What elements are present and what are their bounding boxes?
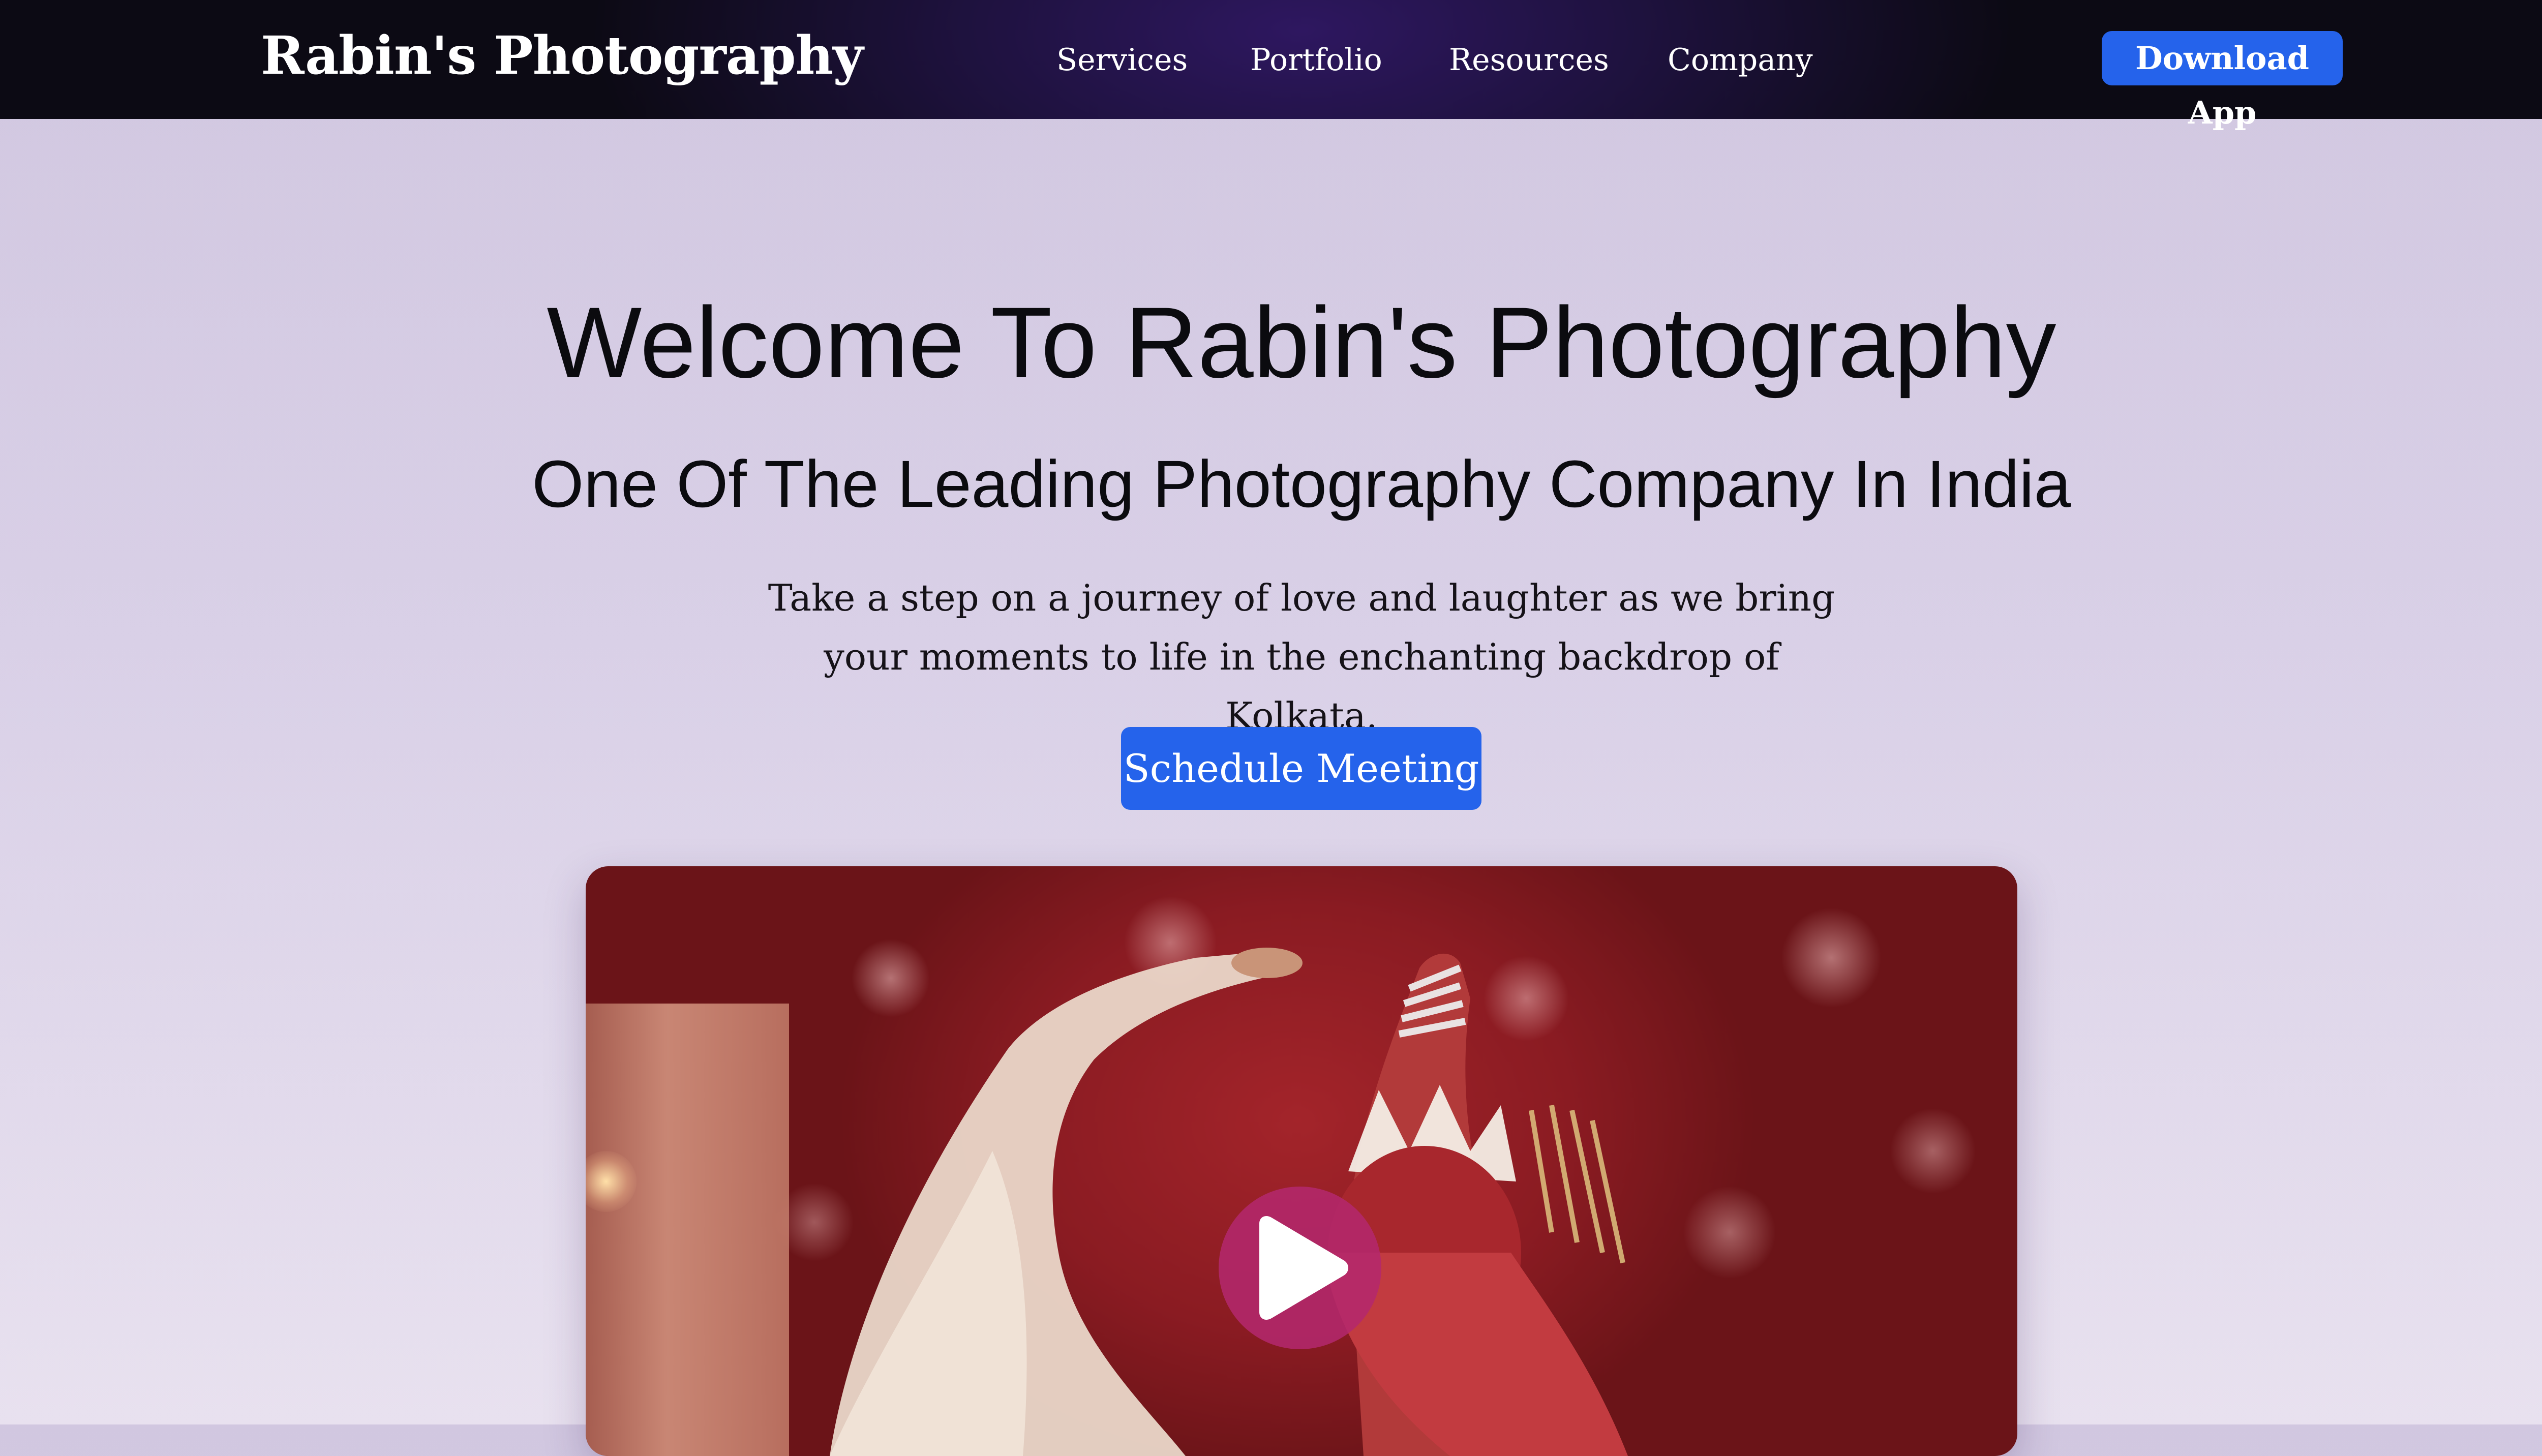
top-navbar: Rabin's Photography Services Portfolio R… [0, 0, 2542, 131]
download-app-button[interactable]: Download App [2102, 31, 2343, 131]
nav-link-services[interactable]: Services [1056, 45, 1188, 75]
wedding-couple-illustration [830, 948, 1628, 1456]
hero-description: Take a step on a journey of love and lau… [768, 577, 1835, 737]
video-thumbnail[interactable] [586, 866, 2017, 1456]
nav-link-company[interactable]: Company [1668, 45, 1813, 75]
play-icon [1259, 1216, 1348, 1320]
nav-link-portfolio[interactable]: Portfolio [1250, 45, 1382, 75]
schedule-meeting-button[interactable]: Schedule Meeting [1121, 727, 1481, 810]
hero-subtitle: One Of The Leading Photography Company I… [532, 446, 2071, 521]
hero-title: Welcome To Rabin's Photography [547, 286, 2056, 399]
nav-link-resources[interactable]: Resources [1449, 45, 1609, 75]
play-button[interactable] [1219, 1187, 1381, 1349]
brand-logo-text[interactable]: Rabin's Photography [261, 29, 863, 82]
